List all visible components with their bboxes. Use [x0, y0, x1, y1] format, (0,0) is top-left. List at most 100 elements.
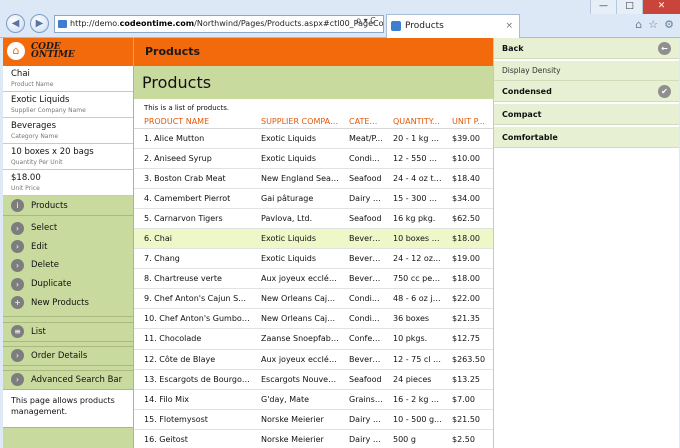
density-option-compact[interactable]: Compact [494, 104, 679, 125]
table-row[interactable]: 4. Camembert Pierrot Gai pâturage Dairy P.… [134, 188, 494, 209]
column-header-category[interactable]: CATEG... [339, 115, 383, 129]
table-cell: Gai pâturage [251, 188, 339, 209]
table-cell: 500 g [383, 429, 442, 448]
window-controls: — □ ✕ [590, 0, 680, 14]
products-context-header[interactable]: i Products [3, 196, 133, 216]
display-density-menu: Back ← Display Density Condensed ✔ Compa… [493, 38, 679, 448]
table-cell: New Orleans Cajun... [251, 288, 339, 310]
chevron-right-icon: › [11, 221, 24, 235]
column-header-quantity[interactable]: QUANTITY... [383, 115, 442, 129]
forward-arrow-icon[interactable]: ▶ [30, 14, 49, 33]
favorites-star-icon[interactable]: ☆ [648, 18, 658, 31]
table-cell: Bevera... [339, 248, 383, 270]
action-label: Edit [31, 241, 48, 252]
table-row[interactable]: 11. Chocolade Zaanse Snoepfabriek Confect.… [134, 328, 494, 350]
table-row[interactable]: 14. Filo Mix G'day, Mate Grains/... 16 - 2 … [134, 389, 494, 410]
address-bar[interactable]: http://demo.codeontime.com/Northwind/Pag… [54, 15, 384, 33]
code-on-time-logo[interactable]: CODE ONTIME [31, 43, 75, 60]
table-row[interactable]: 9. Chef Anton's Cajun Seaso...New Orlean… [134, 288, 494, 310]
table-cell: 16 - 2 kg b... [383, 389, 442, 410]
summary-field-category: Beverages Category Name [3, 118, 133, 144]
table-cell: Escargots Nouveaux [251, 369, 339, 390]
info-icon: i [11, 199, 24, 212]
home-icon[interactable]: ⌂ [635, 18, 642, 31]
table-cell: Seafood [339, 369, 383, 390]
density-option-comfortable[interactable]: Comfortable [494, 127, 679, 148]
maximize-button[interactable]: □ [616, 0, 642, 14]
table-cell: $19.00 [442, 248, 494, 270]
duplicate-action[interactable]: › Duplicate [3, 275, 133, 294]
column-header-unit-price[interactable]: UNIT P... [442, 115, 494, 129]
grid-header-row: PRODUCT NAME SUPPLIER COMPAN... CATEG...… [134, 115, 494, 129]
chevron-right-icon: › [11, 349, 24, 363]
select-action[interactable]: › Select [3, 219, 133, 238]
order-details-item[interactable]: › Order Details [3, 345, 133, 366]
table-cell: Dairy P... [339, 409, 383, 430]
table-cell: 16. Geitost [134, 429, 251, 448]
column-header-product-name[interactable]: PRODUCT NAME [134, 115, 251, 129]
table-row[interactable]: 16. Geitost Norske Meierier Dairy P... 500 … [134, 429, 494, 448]
table-cell: 24 - 12 oz... [383, 248, 442, 270]
table-row[interactable]: 13. Escargots de Bourgogne Escargots Nouv… [134, 369, 494, 390]
logo-bar: ⌂ CODE ONTIME [3, 38, 133, 66]
table-cell: $18.40 [442, 168, 494, 189]
table-cell: G'day, Mate [251, 389, 339, 410]
tab-close-icon[interactable]: × [505, 15, 513, 37]
list-label: List [31, 326, 46, 337]
table-cell: $7.00 [442, 389, 494, 410]
table-cell: 10. Chef Anton's Gumbo Mix [134, 308, 251, 330]
table-row[interactable]: 15. Flotemysost Norske Meierier Dairy P...… [134, 409, 494, 430]
action-label: New Products [31, 297, 89, 308]
table-cell: $263.50 [442, 349, 494, 370]
settings-gear-icon[interactable]: ⚙ [664, 18, 674, 31]
new-products-action[interactable]: + New Products [3, 293, 133, 312]
minimize-button[interactable]: — [590, 0, 616, 14]
address-tools[interactable]: ρ ▾ C [356, 16, 376, 25]
table-cell: Dairy P... [339, 188, 383, 209]
table-cell: 15. Flotemysost [134, 409, 251, 430]
table-cell: Bevera... [339, 349, 383, 370]
table-cell: Meat/P... [339, 128, 383, 149]
close-window-button[interactable]: ✕ [642, 0, 680, 14]
field-value: Beverages [11, 121, 57, 131]
density-option-condensed[interactable]: Condensed ✔ [494, 81, 679, 102]
table-cell: Confect... [339, 328, 383, 350]
browser-tab[interactable]: Products × [386, 14, 520, 38]
address-prefix: http://demo. [70, 19, 120, 28]
table-cell: 12 - 550 ml... [383, 148, 442, 169]
table-row[interactable]: 10. Chef Anton's Gumbo Mix New Orleans Ca… [134, 308, 494, 330]
table-cell: 5. Carnarvon Tigers [134, 208, 251, 229]
table-row[interactable]: 7. Chang Exotic Liquids Bevera... 24 - 12 o… [134, 248, 494, 270]
column-header-supplier[interactable]: SUPPLIER COMPAN... [251, 115, 339, 129]
delete-action[interactable]: › Delete [3, 256, 133, 275]
chevron-right-icon: › [11, 258, 24, 272]
table-row[interactable]: 12. Côte de BlayeAux joyeux ecclésia...B… [134, 349, 494, 370]
menu-back-button[interactable]: Back ← [494, 38, 679, 59]
table-row[interactable]: 6. Chai Exotic Liquids Bevera... 10 boxes x… [134, 228, 494, 250]
field-label: Product Name [11, 81, 54, 88]
advanced-search-item[interactable]: › Advanced Search Bar [3, 369, 133, 390]
table-cell: Pavlova, Ltd. [251, 208, 339, 229]
table-cell: 24 - 4 oz tins [383, 168, 442, 189]
table-row[interactable]: 5. Carnarvon Tigers Pavlova, Ltd. Seafood 1… [134, 208, 494, 229]
table-cell: 13. Escargots de Bourgogne [134, 369, 251, 390]
table-row[interactable]: 8. Chartreuse verteAux joyeux ecclésia..… [134, 268, 494, 290]
back-arrow-icon[interactable]: ◀ [6, 14, 25, 33]
home-icon[interactable]: ⌂ [7, 42, 25, 60]
table-cell: 36 boxes [383, 308, 442, 330]
table-cell: Aux joyeux ecclésia... [251, 349, 339, 370]
list-view-item[interactable]: ≡ List [3, 321, 133, 342]
table-row[interactable]: 3. Boston Crab Meat New England Seafo... S… [134, 168, 494, 189]
table-cell: 8. Chartreuse verte [134, 268, 251, 290]
table-cell: Seafood [339, 208, 383, 229]
table-cell: 16 kg pkg. [383, 208, 442, 229]
table-cell: Exotic Liquids [251, 248, 339, 270]
check-icon: ✔ [658, 84, 671, 98]
table-cell: $18.00 [442, 268, 494, 290]
table-cell: $22.00 [442, 288, 494, 310]
table-row[interactable]: 1. Alice Mutton Exotic Liquids Meat/P... 20… [134, 128, 494, 149]
table-row[interactable]: 2. Aniseed Syrup Exotic Liquids Condi... 12… [134, 148, 494, 169]
edit-action[interactable]: › Edit [3, 238, 133, 257]
products-context-label: Products [31, 200, 68, 211]
table-cell: 20 - 1 kg tins [383, 128, 442, 149]
